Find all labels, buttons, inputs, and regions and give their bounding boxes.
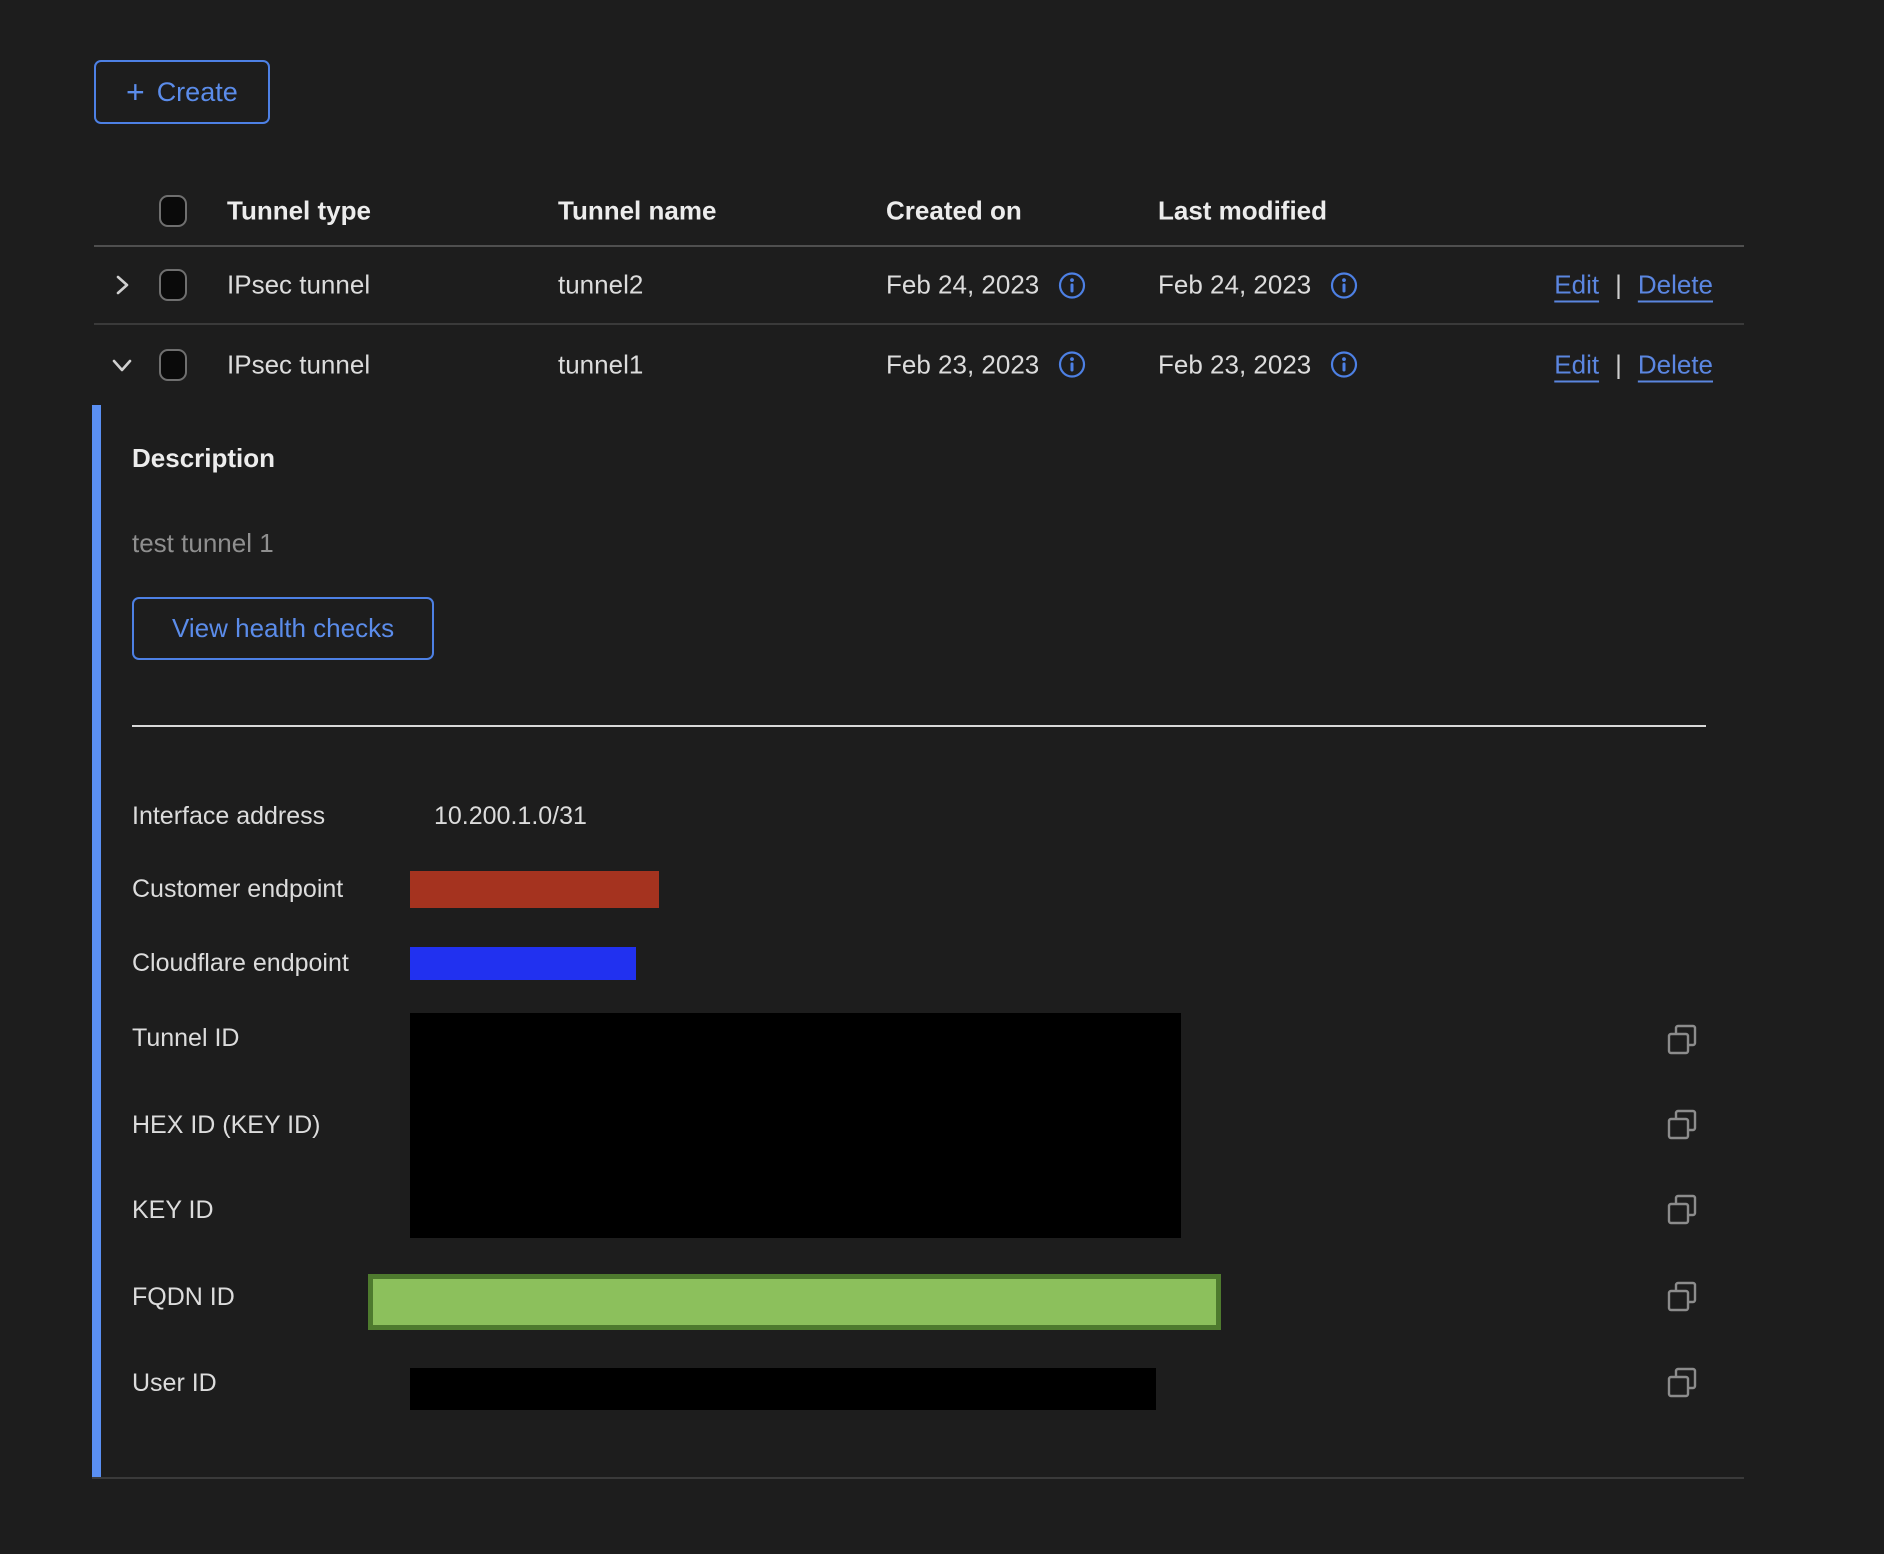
copy-icon <box>1665 1280 1699 1314</box>
edit-link[interactable]: Edit <box>1554 349 1599 380</box>
hex-id-label: HEX ID (KEY ID) <box>132 1111 320 1140</box>
cloudflare-endpoint-redaction <box>410 947 636 980</box>
copy-icon <box>1665 1366 1699 1400</box>
created-on-value: Feb 23, 2023 <box>886 349 1039 380</box>
expand-row-button[interactable] <box>104 267 140 303</box>
copy-key-id-button[interactable] <box>1662 1190 1702 1230</box>
last-modified-value: Feb 24, 2023 <box>1158 270 1311 301</box>
expanded-panel-bottom-divider <box>92 1477 1744 1479</box>
tunnel-type-value: IPsec tunnel <box>227 270 370 301</box>
fqdn-id-redaction <box>368 1274 1221 1330</box>
view-health-checks-button[interactable]: View health checks <box>132 597 434 660</box>
create-button[interactable]: + Create <box>94 60 270 124</box>
panel-divider <box>132 725 1706 727</box>
description-label: Description <box>132 443 275 474</box>
table-row: IPsec tunnel tunnel2 Feb 24, 2023 Feb 24… <box>0 246 1884 324</box>
interface-address-value: 10.200.1.0/31 <box>434 802 587 831</box>
user-id-label: User ID <box>132 1369 217 1398</box>
expanded-panel-accent-line <box>92 405 101 1478</box>
select-all-checkbox[interactable] <box>159 195 187 227</box>
tunnel-name-value: tunnel1 <box>558 349 643 380</box>
customer-endpoint-redaction <box>410 871 659 908</box>
user-id-redaction <box>410 1368 1156 1410</box>
copy-tunnel-id-button[interactable] <box>1662 1020 1702 1060</box>
info-circle-icon[interactable] <box>1329 350 1359 380</box>
copy-hex-id-button[interactable] <box>1662 1105 1702 1145</box>
info-circle-icon[interactable] <box>1057 270 1087 300</box>
customer-endpoint-label: Customer endpoint <box>132 875 343 904</box>
info-circle-icon[interactable] <box>1057 350 1087 380</box>
ids-redaction-block <box>410 1013 1181 1238</box>
copy-user-id-button[interactable] <box>1662 1363 1702 1403</box>
action-separator: | <box>1615 349 1622 380</box>
copy-icon <box>1665 1023 1699 1057</box>
create-button-label: Create <box>157 77 238 108</box>
tunnel-id-label: Tunnel ID <box>132 1024 239 1053</box>
cloudflare-endpoint-label: Cloudflare endpoint <box>132 949 349 978</box>
copy-fqdn-id-button[interactable] <box>1662 1277 1702 1317</box>
header-tunnel-type: Tunnel type <box>227 196 371 227</box>
interface-address-label: Interface address <box>132 802 325 831</box>
info-circle-icon[interactable] <box>1329 270 1359 300</box>
copy-icon <box>1665 1108 1699 1142</box>
tunnel-type-value: IPsec tunnel <box>227 349 370 380</box>
header-created-on: Created on <box>886 196 1022 227</box>
table-row: IPsec tunnel tunnel1 Feb 23, 2023 Feb 23… <box>0 324 1884 405</box>
action-separator: | <box>1615 270 1622 301</box>
delete-link[interactable]: Delete <box>1638 349 1713 380</box>
chevron-down-icon <box>110 353 134 377</box>
row-checkbox[interactable] <box>159 349 187 381</box>
edit-link[interactable]: Edit <box>1554 270 1599 301</box>
header-last-modified: Last modified <box>1158 196 1327 227</box>
row-checkbox[interactable] <box>159 269 187 301</box>
key-id-label: KEY ID <box>132 1196 214 1225</box>
plus-icon: + <box>126 76 145 108</box>
created-on-value: Feb 24, 2023 <box>886 270 1039 301</box>
fqdn-id-label: FQDN ID <box>132 1283 235 1312</box>
copy-icon <box>1665 1193 1699 1227</box>
tunnel-name-value: tunnel2 <box>558 270 643 301</box>
last-modified-value: Feb 23, 2023 <box>1158 349 1311 380</box>
collapse-row-button[interactable] <box>104 347 140 383</box>
header-tunnel-name: Tunnel name <box>558 196 716 227</box>
table-header-row: Tunnel type Tunnel name Created on Last … <box>0 176 1884 246</box>
delete-link[interactable]: Delete <box>1638 270 1713 301</box>
description-value: test tunnel 1 <box>132 528 274 559</box>
chevron-right-icon <box>111 274 133 296</box>
